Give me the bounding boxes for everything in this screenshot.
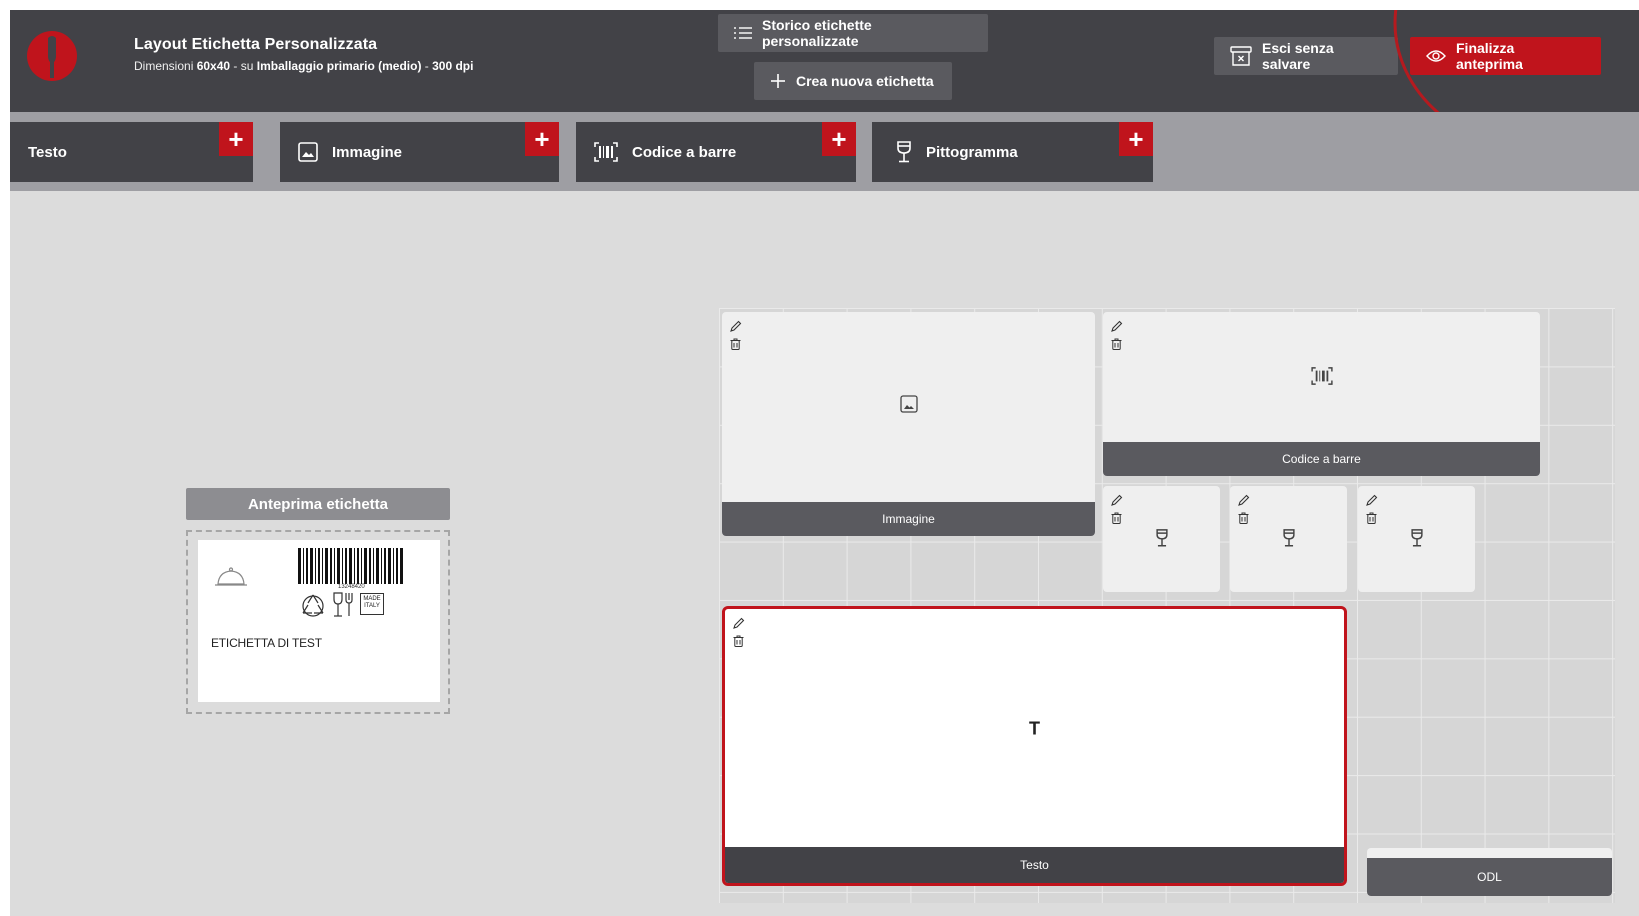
made-in-italy-badge: MADE ITALY — [360, 593, 384, 615]
text-block-caption: Testo — [725, 847, 1344, 883]
tool-pictogram-label: Pittogramma — [926, 143, 1018, 161]
eye-icon — [1426, 50, 1446, 62]
image-icon — [899, 395, 918, 413]
add-image-button[interactable]: + — [525, 122, 559, 156]
text-icon: T — [1029, 718, 1040, 739]
resolution: 300 dpi — [432, 59, 474, 73]
edit-pencil-icon[interactable] — [1111, 320, 1123, 332]
pictogram-block-1[interactable] — [1103, 486, 1220, 592]
layout-canvas[interactable]: Immagine Codice a barre T Testo ODL — [719, 308, 1615, 903]
tool-text[interactable]: Testo + — [10, 122, 253, 182]
list-icon — [734, 27, 752, 39]
add-text-button[interactable]: + — [219, 122, 253, 156]
barcode-block-caption: Codice a barre — [1103, 442, 1540, 476]
odl-block[interactable]: ODL — [1367, 848, 1612, 896]
tool-image-label: Immagine — [332, 143, 403, 161]
edit-pencil-icon[interactable] — [1366, 494, 1378, 506]
element-toolbar: Testo + Immagine + Codice a barre + Pitt… — [10, 112, 1639, 191]
edit-pencil-icon[interactable] — [1111, 494, 1123, 506]
history-button-label: Storico etichette personalizzate — [762, 17, 872, 49]
delete-trash-icon[interactable] — [1238, 512, 1249, 524]
delete-trash-icon[interactable] — [1111, 338, 1122, 350]
barcode-icon — [594, 142, 618, 162]
wine-glass-icon — [897, 141, 911, 163]
add-barcode-button[interactable]: + — [822, 122, 856, 156]
exit-without-saving-button[interactable]: Esci senza salvare — [1214, 37, 1398, 75]
archive-x-icon — [1230, 46, 1252, 66]
app-window: Layout Etichetta Personalizzata Dimensio… — [10, 10, 1639, 916]
glass-fork-icon — [333, 592, 353, 617]
plus-icon — [771, 74, 785, 88]
tool-image[interactable]: Immagine + — [280, 122, 559, 182]
tool-barcode[interactable]: Codice a barre + — [576, 122, 856, 182]
wine-glass-icon — [1155, 529, 1168, 547]
tool-barcode-label: Codice a barre — [632, 143, 737, 161]
page-title: Layout Etichetta Personalizzata — [134, 36, 378, 53]
wine-glass-icon — [1282, 529, 1295, 547]
finalize-button-label: Finalizza anteprima — [1456, 40, 1523, 72]
recycle-icon — [302, 594, 324, 617]
barcode-block[interactable]: Codice a barre — [1103, 312, 1540, 476]
preview-text: ETICHETTA DI TEST — [211, 636, 322, 650]
header-bar: Layout Etichetta Personalizzata Dimensio… — [10, 10, 1639, 112]
image-icon — [298, 142, 318, 162]
pictogram-block-3[interactable] — [1358, 486, 1475, 592]
history-button[interactable]: Storico etichette personalizzate — [718, 14, 988, 52]
barcode-icon — [1310, 367, 1333, 385]
text-block-selected[interactable]: T Testo — [722, 606, 1347, 886]
cloche-icon — [215, 567, 247, 586]
create-label-button[interactable]: Crea nuova etichetta — [754, 62, 952, 100]
finalize-preview-button[interactable]: Finalizza anteprima — [1410, 37, 1601, 75]
add-pictogram-button[interactable]: + — [1119, 122, 1153, 156]
delete-trash-icon[interactable] — [733, 635, 744, 647]
image-block[interactable]: Immagine — [722, 312, 1095, 536]
preview-heading: Anteprima etichetta — [186, 488, 450, 520]
odl-block-caption: ODL — [1367, 858, 1612, 896]
delete-trash-icon[interactable] — [1111, 512, 1122, 524]
label-preview: 13248420 MADE ITALY ETICHETTA DI TEST — [198, 540, 440, 702]
tool-text-label: Testo — [28, 143, 67, 161]
create-label-button-label: Crea nuova etichetta — [796, 73, 934, 89]
delete-trash-icon[interactable] — [730, 338, 741, 350]
delete-trash-icon[interactable] — [1366, 512, 1377, 524]
preview-frame: 13248420 MADE ITALY ETICHETTA DI TEST — [186, 530, 450, 714]
wine-glass-icon — [1410, 529, 1423, 547]
brand-logo-icon — [27, 31, 77, 81]
image-block-caption: Immagine — [722, 502, 1095, 536]
packaging-type: Imballaggio primario (medio) — [256, 59, 422, 73]
page-subtitle: Dimensioni 60x40 - su Imballaggio primar… — [134, 59, 474, 73]
label-dimensions: 60x40 — [196, 59, 231, 73]
edit-pencil-icon[interactable] — [1238, 494, 1250, 506]
exit-button-label: Esci senza salvare — [1262, 40, 1334, 72]
edit-pencil-icon[interactable] — [733, 617, 745, 629]
tool-pictogram[interactable]: Pittogramma + — [872, 122, 1153, 182]
pictogram-block-2[interactable] — [1230, 486, 1347, 592]
barcode-number: 13248420 — [338, 584, 365, 590]
edit-pencil-icon[interactable] — [730, 320, 742, 332]
